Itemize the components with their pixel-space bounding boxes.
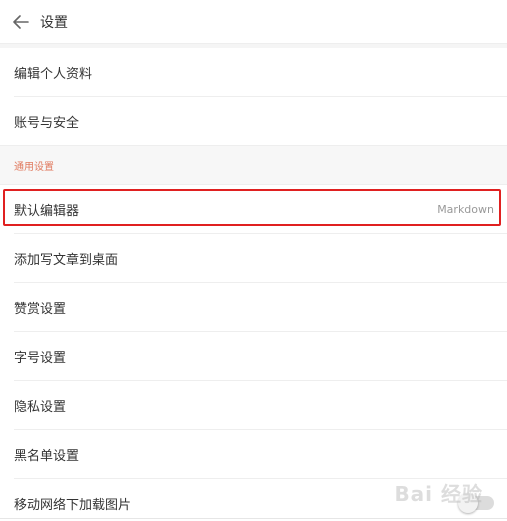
- header-bar: 设置: [0, 0, 507, 44]
- section-header-general: 通用设置: [0, 145, 507, 185]
- settings-item-label: 隐私设置: [14, 399, 67, 415]
- settings-item-label: 编辑个人资料: [14, 66, 93, 82]
- settings-item-blacklist[interactable]: 黑名单设置: [0, 430, 507, 478]
- settings-item-label: 默认编辑器: [14, 203, 80, 219]
- settings-item-edit-profile[interactable]: 编辑个人资料: [0, 48, 507, 96]
- settings-page: 设置 编辑个人资料 账号与安全 通用设置 默认编辑器 Markdown 添加写文…: [0, 0, 507, 521]
- section-title: 通用设置: [14, 161, 54, 173]
- settings-item-mobile-images[interactable]: 移动网络下加载图片: [0, 479, 507, 521]
- bottom-divider: [0, 518, 507, 519]
- settings-item-label: 赞赏设置: [14, 301, 67, 317]
- back-button[interactable]: [12, 13, 30, 31]
- settings-item-label: 账号与安全: [14, 115, 80, 131]
- settings-item-label: 字号设置: [14, 350, 67, 366]
- settings-item-label: 添加写文章到桌面: [14, 252, 119, 268]
- settings-item-privacy[interactable]: 隐私设置: [0, 381, 507, 429]
- settings-item-reward[interactable]: 赞赏设置: [0, 283, 507, 331]
- load-images-toggle[interactable]: [458, 493, 494, 513]
- settings-item-label: 移动网络下加载图片: [14, 497, 132, 513]
- arrow-left-icon: [13, 14, 29, 29]
- page-title: 设置: [40, 14, 68, 31]
- settings-item-label: 黑名单设置: [14, 448, 80, 464]
- settings-item-value: Markdown: [437, 202, 494, 216]
- settings-item-add-to-desktop[interactable]: 添加写文章到桌面: [0, 234, 507, 282]
- settings-item-default-editor[interactable]: 默认编辑器 Markdown: [0, 185, 507, 233]
- toggle-knob: [458, 493, 478, 513]
- settings-item-font-size[interactable]: 字号设置: [0, 332, 507, 380]
- settings-item-account-security[interactable]: 账号与安全: [0, 97, 507, 145]
